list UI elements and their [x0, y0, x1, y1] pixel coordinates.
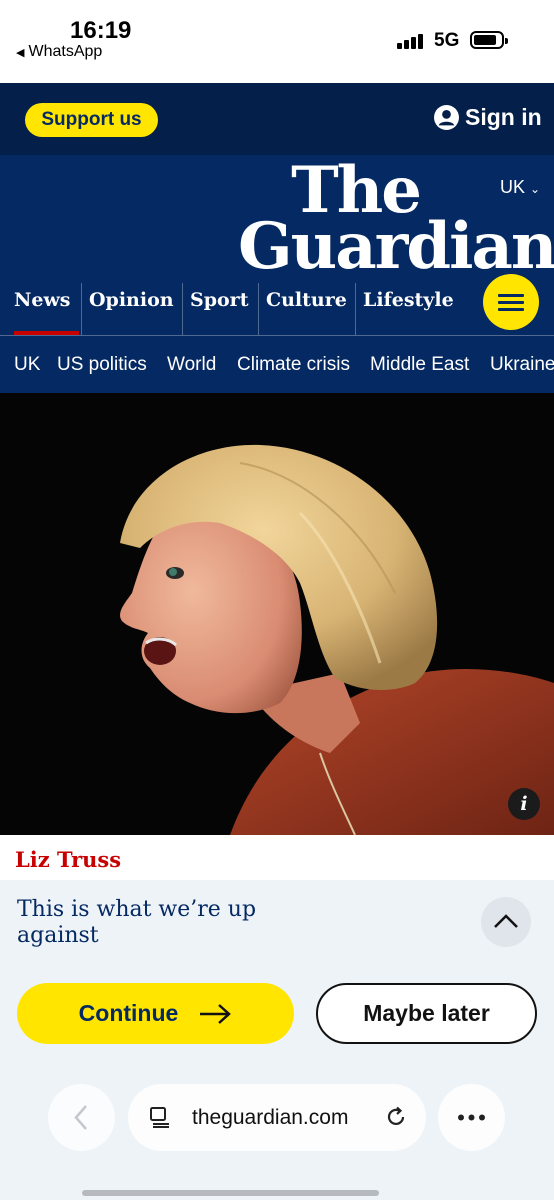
back-triangle-icon: ◀ [16, 47, 25, 59]
back-arrow-icon [74, 1105, 87, 1130]
home-indicator[interactable] [82, 1190, 379, 1196]
subnav-item-climate-crisis[interactable]: Climate crisis [237, 354, 350, 376]
sub-navigation: UK US politics World Climate crisis Midd… [0, 337, 554, 393]
menu-icon [498, 294, 524, 297]
status-time: 16:19 [70, 17, 132, 44]
arrow-right-icon [200, 1003, 232, 1024]
masthead: Support us Sign in UK ⌄ The Guardian New… [0, 83, 554, 393]
cell-signal-icon [397, 33, 427, 49]
logo-line-2: Guardian [238, 209, 554, 285]
info-icon[interactable]: i [508, 788, 540, 820]
continue-label: Continue [78, 1000, 179, 1026]
reload-icon[interactable] [384, 1105, 408, 1129]
support-prompt-footer: Continue Maybe later theguardian.com [0, 966, 554, 1200]
user-icon [434, 105, 459, 130]
url-text: theguardian.com [192, 1106, 349, 1129]
kicker-label: Liz Truss [15, 847, 122, 872]
pillar-label: Sport [190, 289, 249, 311]
subnav-item-middle-east[interactable]: Middle East [370, 354, 469, 376]
support-us-button[interactable]: Support us [25, 103, 158, 137]
sign-in-label: Sign in [465, 104, 542, 130]
browser-more-button[interactable] [438, 1084, 505, 1151]
battery-icon [470, 31, 508, 49]
guardian-logo[interactable]: The Guardian [238, 158, 554, 285]
collapse-button[interactable] [481, 897, 531, 947]
network-type: 5G [434, 30, 460, 51]
reader-icon[interactable] [148, 1105, 172, 1129]
sign-in-link[interactable]: Sign in [434, 104, 542, 131]
back-app-label: WhatsApp [28, 43, 103, 60]
portrait-illustration [0, 393, 554, 835]
back-to-app-link[interactable]: ◀ WhatsApp [16, 43, 102, 61]
subnav-item-uk[interactable]: UK [14, 354, 40, 376]
browser-back-button[interactable] [48, 1084, 115, 1151]
subnav-item-world[interactable]: World [167, 354, 216, 376]
pillar-culture[interactable]: Culture [258, 283, 347, 335]
pillar-label: Opinion [89, 289, 174, 311]
chevron-up-icon [494, 914, 518, 928]
maybe-later-button[interactable]: Maybe later [316, 983, 537, 1044]
status-bar: 16:19 ◀ WhatsApp 5G [0, 0, 554, 83]
article-main-image: i [0, 393, 554, 835]
pillar-label: Culture [266, 289, 347, 311]
more-icon [458, 1114, 485, 1121]
continue-button[interactable]: Continue [17, 983, 294, 1044]
menu-button[interactable] [483, 274, 539, 330]
headline-panel: This is what we’re up against [0, 880, 554, 966]
pillar-label: News [14, 289, 71, 311]
article-kicker[interactable]: Liz Truss [0, 835, 554, 880]
pillar-news[interactable]: News [14, 283, 79, 335]
pillar-sport[interactable]: Sport [182, 283, 248, 335]
pillar-label: Lifestyle [363, 289, 454, 311]
top-strip: Support us Sign in [0, 83, 554, 155]
pillar-nav: News Opinion Sport Culture Lifestyle [0, 283, 554, 336]
active-pillar-indicator [14, 331, 79, 335]
pillar-lifestyle[interactable]: Lifestyle [355, 283, 454, 335]
address-bar[interactable]: theguardian.com [128, 1084, 426, 1151]
article-headline[interactable]: This is what we’re up against [17, 897, 317, 949]
subnav-item-ukraine[interactable]: Ukraine [490, 354, 554, 376]
subnav-item-us-politics[interactable]: US politics [57, 354, 147, 376]
pillar-opinion[interactable]: Opinion [81, 283, 174, 335]
